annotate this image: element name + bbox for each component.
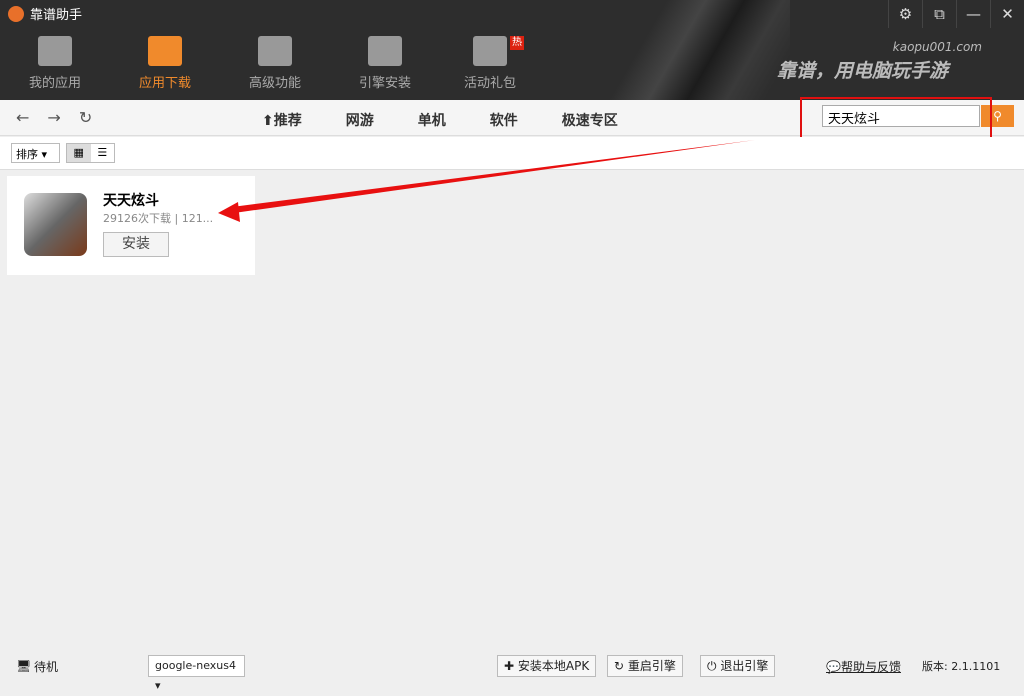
annotation-arrow [218,140,755,222]
status-text: 待机 [34,659,59,674]
install-apk-button[interactable]: ✚ 安装本地APK [497,655,597,677]
version-label: 版本: 2.1.1101 [922,660,1001,673]
help-feedback-link[interactable]: 💬帮助与反馈 [826,658,901,675]
monitor-icon: 🖥 [16,659,32,673]
status-bar: 🖥 待机 google-nexus4 ▾ ✚ 安装本地APK ↻ 重启引擎 ⏻ … [0,652,1024,692]
restart-engine-button[interactable]: ↻ 重启引擎 [607,655,683,677]
exit-engine-button[interactable]: ⏻ 退出引擎 [700,655,776,677]
device-select[interactable]: google-nexus4 ▾ [148,655,245,692]
